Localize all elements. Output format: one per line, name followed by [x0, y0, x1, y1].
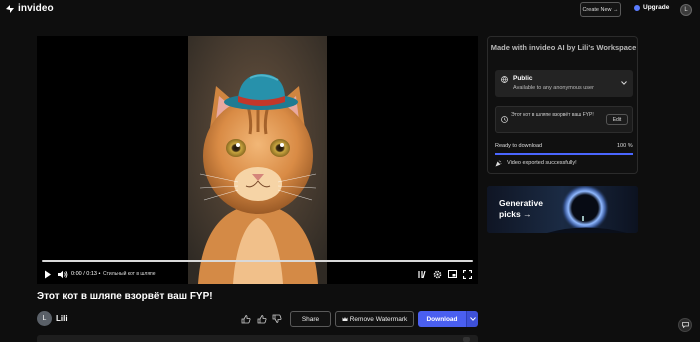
ready-percent: 100 % [617, 143, 633, 149]
download-options-button[interactable] [466, 311, 478, 327]
captions-icon [418, 270, 426, 278]
video-frame-cat-image [188, 36, 327, 284]
fullscreen-icon [463, 269, 472, 279]
play-icon [45, 270, 51, 278]
download-readiness-fill [495, 153, 633, 155]
globe-icon [501, 76, 508, 83]
prompt-card: Этот кот в шляпе взорвёт ваш FYP! Edit [495, 106, 633, 133]
gear-icon [433, 270, 442, 278]
cat-in-hat-illustration [188, 36, 327, 284]
upgrade-button[interactable]: Upgrade [634, 4, 669, 11]
prompt-text: Этот кот в шляпе взорвёт ваш FYP! [511, 112, 594, 118]
export-success-message: Video exported successfully! [507, 160, 577, 166]
upgrade-icon [634, 4, 640, 11]
volume-button[interactable] [58, 268, 68, 280]
fullscreen-button[interactable] [463, 268, 472, 280]
player-controls: 0:00 / 0:13 • Стильный кот в шляпе [37, 266, 478, 284]
invideo-logo[interactable]: invideo [5, 3, 54, 14]
top-bar: invideo Create New → Upgrade L [0, 0, 700, 20]
create-new-button[interactable]: Create New → [580, 2, 621, 17]
comments-section-toggle[interactable] [463, 337, 470, 342]
upgrade-label: Upgrade [643, 4, 670, 11]
app-name: invideo [18, 3, 54, 14]
chat-icon [681, 322, 689, 328]
invideo-logo-icon [6, 4, 14, 13]
thumbs-up-icon[interactable] [257, 314, 267, 324]
play-button[interactable] [44, 268, 52, 280]
comments-section-edge [37, 335, 478, 342]
generative-picks-promo[interactable]: Generative picks → [487, 186, 638, 233]
video-title: Этот кот в шляпе взорвёт ваш FYP! [37, 291, 213, 302]
support-chat-button[interactable] [678, 318, 692, 332]
remove-watermark-button[interactable]: Remove Watermark [335, 311, 414, 327]
picture-in-picture-icon [448, 270, 457, 278]
promo-line-2: picks → [499, 209, 532, 219]
visibility-subtitle: Available to any anonymous user [513, 85, 594, 91]
picture-in-picture-button[interactable] [448, 268, 457, 280]
edit-button[interactable]: Edit [606, 114, 628, 125]
remove-watermark-label: Remove Watermark [349, 315, 408, 323]
video-info-panel: Made with invideo AI by Lili's Workspace… [487, 36, 638, 174]
visibility-selector[interactable]: Public Available to any anonymous user [495, 70, 633, 97]
time-display: 0:00 / 0:13 • [71, 271, 101, 277]
crown-icon [342, 317, 348, 321]
chevron-down-icon [621, 81, 627, 85]
ready-label: Ready to download [495, 143, 543, 149]
visibility-title: Public [513, 75, 533, 82]
volume-icon [58, 270, 68, 278]
caption-text: Стильный кот в шляпе [103, 271, 156, 277]
account-avatar[interactable]: L [680, 4, 692, 16]
promo-text: Generative picks → [499, 198, 543, 220]
download-readiness-bar [495, 153, 633, 155]
author-avatar[interactable]: L [37, 311, 52, 326]
captions-toggle-button[interactable] [418, 268, 427, 280]
clock-icon [501, 116, 508, 123]
author-name[interactable]: Lili [56, 314, 68, 323]
share-button[interactable]: Share [290, 311, 331, 327]
chevron-down-icon [469, 317, 476, 321]
panel-title: Made with invideo AI by Lili's Workspace [490, 43, 637, 52]
download-button[interactable]: Download [418, 311, 466, 327]
promo-line-1: Generative [499, 198, 543, 208]
video-progress-bar[interactable] [42, 260, 473, 262]
video-player[interactable]: 0:00 / 0:13 • Стильный кот в шляпе [37, 36, 478, 284]
thumbs-down-icon[interactable] [272, 314, 282, 324]
reaction-icon[interactable] [241, 314, 251, 324]
settings-button[interactable] [433, 268, 442, 280]
party-icon [495, 160, 502, 167]
